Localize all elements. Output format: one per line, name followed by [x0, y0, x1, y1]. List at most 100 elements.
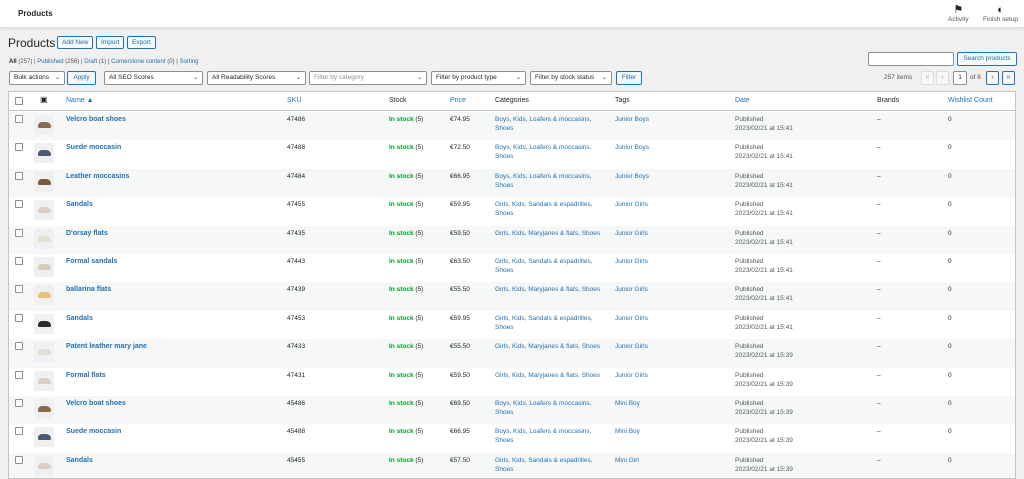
- row-checkbox[interactable]: [15, 455, 23, 464]
- import-button[interactable]: Import: [96, 36, 125, 49]
- tag-link[interactable]: Junior Boys: [615, 143, 649, 152]
- product-thumbnail[interactable]: [34, 342, 54, 363]
- filter-all-link[interactable]: All: [9, 59, 17, 65]
- category-links[interactable]: Girls, Kids, Sandals & espadrilles,: [495, 456, 593, 465]
- filter-cornerstone-link[interactable]: Cornerstone content: [111, 59, 165, 65]
- filter-published-link[interactable]: Published: [37, 59, 63, 65]
- search-products-button[interactable]: Search products: [957, 52, 1017, 66]
- category-links[interactable]: Boys, Kids, Loafers & moccasins,: [495, 427, 591, 436]
- row-checkbox[interactable]: [15, 171, 23, 180]
- product-thumbnail[interactable]: [34, 228, 54, 249]
- activity-button[interactable]: ⚑ Activity: [948, 4, 969, 23]
- product-name-link[interactable]: Sandals: [66, 456, 93, 465]
- category-links[interactable]: Girls, Kids, Maryjanes & flats, Shoes: [495, 342, 600, 351]
- product-thumbnail[interactable]: [34, 257, 54, 277]
- category-links-2[interactable]: Shoes: [495, 408, 513, 417]
- row-checkbox[interactable]: [15, 228, 23, 237]
- tag-link[interactable]: Junior Girls: [615, 342, 648, 351]
- product-thumbnail[interactable]: [34, 399, 54, 419]
- row-checkbox[interactable]: [15, 342, 23, 351]
- product-name-link[interactable]: Patent leather mary jane: [66, 342, 147, 351]
- category-links[interactable]: Girls, Kids, Maryjanes & flats, Shoes: [495, 229, 600, 238]
- apply-button[interactable]: Apply: [67, 71, 96, 85]
- column-date[interactable]: Date: [735, 97, 750, 104]
- category-links-2[interactable]: Shoes: [495, 465, 513, 474]
- bulk-actions-select[interactable]: Bulk actions ⌄: [9, 71, 65, 85]
- search-input[interactable]: [868, 52, 954, 66]
- category-links[interactable]: Girls, Kids, Sandals & espadrilles,: [495, 314, 593, 323]
- product-thumbnail[interactable]: [34, 115, 54, 135]
- category-links-2[interactable]: Shoes: [495, 323, 513, 332]
- category-links-2[interactable]: Shoes: [495, 436, 513, 445]
- column-price[interactable]: Price: [450, 97, 466, 104]
- tag-link[interactable]: Junior Girls: [615, 371, 648, 380]
- current-page-input[interactable]: 1: [953, 71, 967, 85]
- product-name-link[interactable]: D'orsay flats: [66, 229, 108, 238]
- column-wishlist-count[interactable]: Wishlist Count: [948, 97, 993, 104]
- product-thumbnail[interactable]: [34, 370, 54, 391]
- select-all-checkbox[interactable]: [15, 97, 23, 105]
- tag-link[interactable]: Junior Girls: [615, 229, 648, 238]
- category-links-2[interactable]: Shoes: [495, 181, 513, 190]
- row-checkbox[interactable]: [15, 370, 23, 379]
- category-links-2[interactable]: Shoes: [495, 266, 513, 275]
- row-checkbox[interactable]: [15, 143, 23, 152]
- product-name-link[interactable]: Suede moccasin: [66, 427, 121, 436]
- product-name-link[interactable]: Formal sandals: [66, 257, 117, 266]
- category-links-2[interactable]: Shoes: [495, 152, 513, 161]
- last-page-button[interactable]: »: [1002, 71, 1015, 85]
- row-checkbox[interactable]: [15, 200, 23, 209]
- stock-status-select[interactable]: Filter by stock status ⌄: [530, 71, 612, 85]
- product-thumbnail[interactable]: [34, 455, 54, 476]
- category-links-2[interactable]: Shoes: [495, 124, 513, 133]
- readability-select[interactable]: All Readability Scores ⌄: [207, 71, 306, 85]
- row-checkbox[interactable]: [15, 427, 23, 436]
- row-checkbox[interactable]: [15, 285, 23, 294]
- product-thumbnail[interactable]: [34, 143, 54, 164]
- export-button[interactable]: Export: [127, 36, 156, 49]
- tag-link[interactable]: Junior Girls: [615, 257, 648, 266]
- category-filter-select[interactable]: Filter by category ⌄: [309, 71, 427, 85]
- category-links[interactable]: Girls, Kids, Maryjanes & flats, Shoes: [495, 371, 600, 380]
- tag-link[interactable]: Junior Girls: [615, 200, 648, 209]
- seo-scores-select[interactable]: All SEO Scores ⌄: [104, 71, 203, 85]
- row-checkbox[interactable]: [15, 313, 23, 322]
- category-links[interactable]: Girls, Kids, Sandals & espadrilles,: [495, 257, 593, 266]
- product-thumbnail[interactable]: [34, 200, 54, 221]
- tag-link[interactable]: Junior Boys: [615, 172, 649, 181]
- product-thumbnail[interactable]: [34, 171, 54, 192]
- column-sku[interactable]: SKU: [287, 97, 301, 104]
- product-thumbnail[interactable]: [34, 285, 54, 306]
- category-links[interactable]: Girls, Kids, Sandals & espadrilles,: [495, 200, 593, 209]
- tag-link[interactable]: Mini Girl: [615, 456, 639, 465]
- tag-link[interactable]: Mini Boy: [615, 427, 640, 436]
- category-links[interactable]: Boys, Kids, Loafers & moccasins,: [495, 115, 591, 124]
- sorting-link[interactable]: Sorting: [179, 59, 198, 65]
- tag-link[interactable]: Junior Boys: [615, 115, 649, 124]
- filter-button[interactable]: Filter: [616, 71, 642, 85]
- product-name-link[interactable]: Formal flats: [66, 371, 106, 380]
- next-page-button[interactable]: ›: [986, 71, 999, 85]
- prev-page-button[interactable]: ‹: [936, 71, 949, 85]
- product-name-link[interactable]: Leather moccasins: [66, 172, 129, 181]
- product-name-link[interactable]: Velcro boat shoes: [66, 115, 126, 124]
- product-name-link[interactable]: Sandals: [66, 314, 93, 323]
- product-name-link[interactable]: ballarina flats: [66, 285, 111, 294]
- row-checkbox[interactable]: [15, 399, 23, 407]
- first-page-button[interactable]: «: [921, 71, 934, 85]
- category-links[interactable]: Boys, Kids, Loafers & moccasins,: [495, 172, 591, 181]
- category-links[interactable]: Girls, Kids, Maryjanes & flats, Shoes: [495, 285, 600, 294]
- category-links[interactable]: Boys, Kids, Loafers & moccasins,: [495, 399, 591, 408]
- product-name-link[interactable]: Sandals: [66, 200, 93, 209]
- product-thumbnail[interactable]: [34, 313, 54, 334]
- row-checkbox[interactable]: [15, 115, 23, 123]
- tag-link[interactable]: Mini Boy: [615, 399, 640, 408]
- row-checkbox[interactable]: [15, 257, 23, 265]
- tag-link[interactable]: Junior Girls: [615, 285, 648, 294]
- category-links-2[interactable]: Shoes: [495, 209, 513, 218]
- product-thumbnail[interactable]: [34, 427, 54, 448]
- add-new-button[interactable]: Add New: [57, 36, 94, 49]
- tag-link[interactable]: Junior Girls: [615, 314, 648, 323]
- product-name-link[interactable]: Velcro boat shoes: [66, 399, 126, 408]
- column-name[interactable]: Name ▲: [66, 97, 94, 104]
